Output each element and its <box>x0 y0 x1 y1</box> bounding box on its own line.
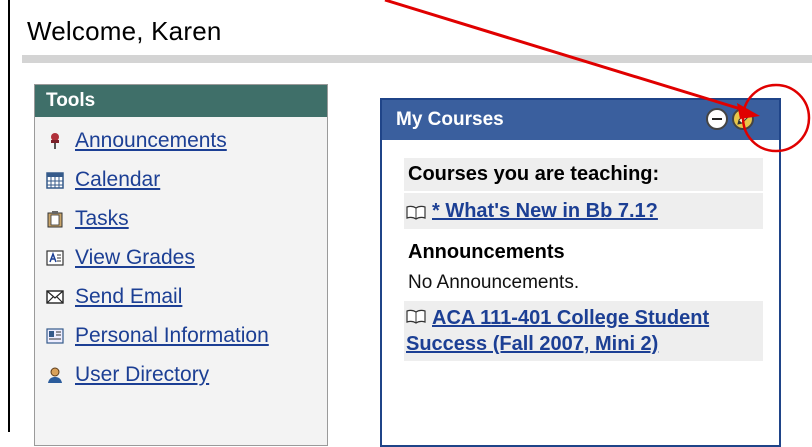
arrow-head-icon <box>737 103 760 119</box>
annotation-overlay <box>384 0 811 153</box>
annotation-circle <box>741 83 811 153</box>
annotation-arrow-line <box>384 0 745 112</box>
